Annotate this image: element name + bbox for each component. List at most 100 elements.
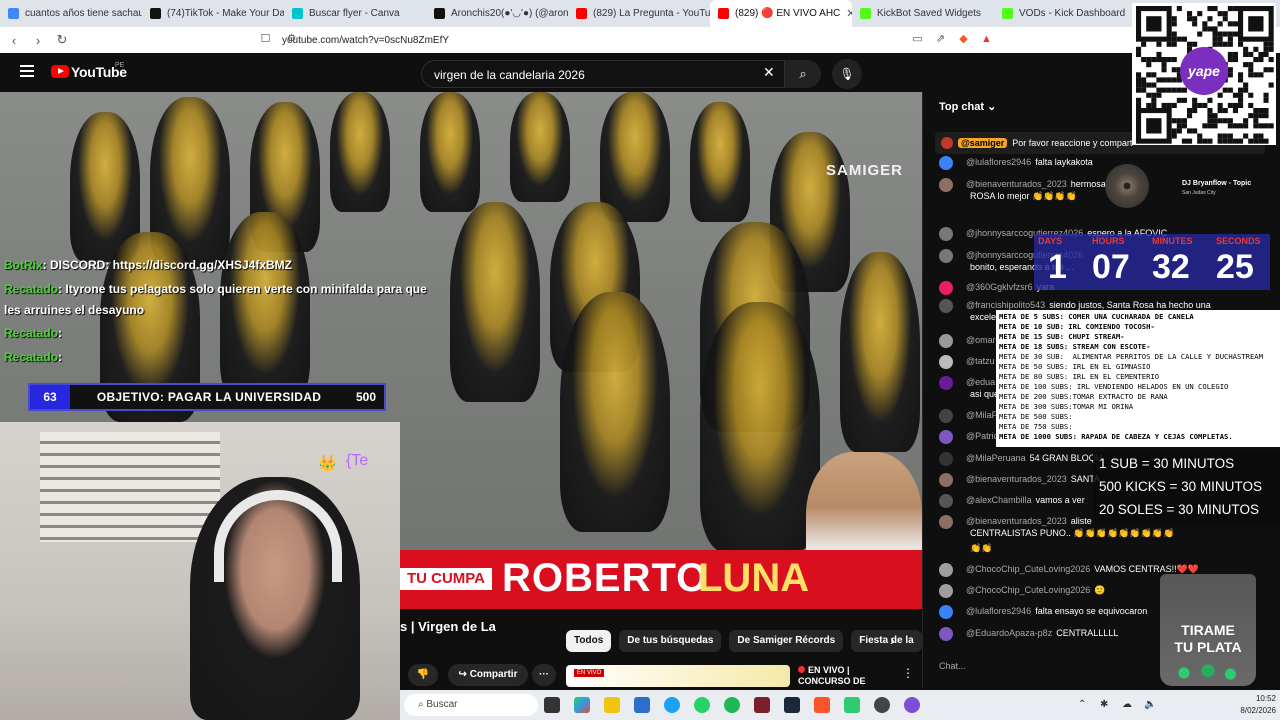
store-icon[interactable] [634, 697, 650, 713]
rate-soles: 20 SOLES = 30 MINUTOS [1099, 502, 1259, 517]
subathon-rates: 1 SUB = 30 MINUTOS 500 KICKS = 30 MINUTO… [1093, 452, 1280, 524]
notes-icon[interactable] [844, 697, 860, 713]
taskbar-search[interactable]: ⌕ Buscar [404, 694, 538, 716]
app-icon[interactable] [754, 697, 770, 713]
dislike-button[interactable]: 👎 [408, 664, 438, 686]
goal-max-value: 500 [355, 390, 377, 404]
recommended-title[interactable]: EN VIVO | CONCURSO DE [798, 665, 866, 687]
dancer [840, 252, 920, 452]
chat-input[interactable]: Chat... [939, 656, 1169, 676]
country-code: PE [115, 62, 125, 69]
recommended-thumbnail[interactable]: EN VIVO [566, 665, 790, 687]
chevron-down-icon: ⌄ [987, 101, 997, 113]
chat-mode-dropdown[interactable]: Top chat ⌄ [939, 100, 996, 113]
chat-author: @ChocoChip_CuteLoving2026 [966, 564, 1091, 574]
chat-message[interactable]: 👏👏 [939, 542, 1239, 554]
chat-author: @MilaPeruana [966, 453, 1026, 463]
tab-title: KickBot Saved Widgets [877, 8, 981, 19]
volume-icon[interactable]: 🔈 [1144, 699, 1156, 710]
browser-tab[interactable]: (829) La Pregunta - YouTube [568, 0, 710, 27]
rewards-icon[interactable]: ▲ [980, 33, 993, 46]
dancer [700, 302, 820, 552]
overlay-chat-text: : Ityrone tus pelagatos solo quieren ver… [58, 282, 427, 296]
more-options-icon[interactable]: ⋮ [902, 666, 914, 680]
brave-icon[interactable] [814, 697, 830, 713]
menu-icon[interactable] [20, 65, 34, 77]
share-page-icon[interactable]: ⇗ [934, 33, 947, 46]
goal-item: META DE 1000 SUBS: RAPADA DE CABEZA Y CE… [999, 432, 1233, 441]
browser-tab[interactable]: KickBot Saved Widgets [852, 0, 994, 27]
chat-author: @tatzu [966, 356, 995, 366]
goal-item: META DE 18 SUBS: STREAM CON ESCOTE- [999, 342, 1151, 351]
browser-tab[interactable]: VODs - Kick Dashboard [994, 0, 1136, 27]
spotify-icon[interactable] [724, 697, 740, 713]
share-button[interactable]: ↪ Compartir [448, 664, 528, 686]
live-badge: EN VIVO [574, 669, 605, 677]
pinned-author: @samiger [958, 138, 1008, 148]
chat-text: aliste [1070, 516, 1092, 526]
browser-tab[interactable]: Buscar flyer - Canva [284, 0, 426, 27]
whatsapp-icon[interactable] [694, 697, 710, 713]
chevron-up-icon[interactable]: ⌃ [1078, 699, 1086, 710]
bluetooth-icon[interactable]: ✱ [1100, 699, 1108, 710]
goal-item: META DE 5 SUBS: COMER UNA CUCHARADA DE C… [999, 312, 1194, 321]
chip-from-searches[interactable]: De tus búsquedas [619, 630, 722, 652]
more-actions-button[interactable]: ··· [532, 664, 556, 686]
browser-tab-bar: cuantos años tiene sachauzum (74)TikTok -… [0, 0, 1280, 27]
overlay-chat-line: les arruines el desayuno [4, 303, 144, 317]
file-explorer-icon[interactable] [604, 697, 620, 713]
browser-tab[interactable]: Aronchis20(●'◡'●) (@aronchi [426, 0, 568, 27]
chip-all[interactable]: Todos [566, 630, 612, 652]
share-label: Compartir [469, 669, 518, 680]
chat-text: 🙂 [1094, 585, 1106, 595]
search-button[interactable]: ⌕ [785, 60, 821, 88]
brave-shield-icon[interactable]: ◆ [957, 33, 970, 46]
vinyl-icon [1105, 164, 1149, 208]
goal-item: META DE 30 SUB: ALIMENTAR PERRITOS DE LA… [999, 352, 1263, 361]
chat-author: @Patric [966, 431, 999, 441]
discord-icon[interactable] [904, 697, 920, 713]
tab-favicon-icon [8, 8, 19, 19]
task-view-icon[interactable] [544, 697, 560, 713]
url-field[interactable]: youtube.com/watch?v=0scNu8ZmEfY [282, 35, 449, 46]
tab-title: VODs - Kick Dashboard [1019, 8, 1126, 19]
recommendation-chips: Todos De tus búsquedas De Samiger Récord… [566, 630, 922, 652]
cast-icon[interactable]: ▭ [911, 33, 924, 46]
window-blind [40, 432, 220, 542]
browser-tab[interactable]: (74)TikTok - Make Your Day [142, 0, 284, 27]
search-input[interactable]: virgen de la candelaria 2026 [421, 60, 785, 88]
back-icon[interactable]: ‹ [4, 33, 24, 48]
browser-tab[interactable]: cuantos años tiene sachauzum [0, 0, 142, 27]
voice-search-button[interactable]: 🎙 [832, 59, 862, 89]
rate-sub: 1 SUB = 30 MINUTOS [1099, 456, 1235, 471]
chat-author: @alexChambilla [966, 495, 1032, 505]
chat-author: @bienaventurados_2023 [966, 474, 1067, 484]
bookmark-icon[interactable]: ☐ [259, 33, 272, 46]
channel-watermark: SAMIGER [826, 162, 904, 179]
timer-days: 1 [1048, 248, 1067, 286]
overlay-chat-nick: Recatado [4, 326, 59, 340]
site-info-icon[interactable]: ⚙ [285, 33, 298, 46]
chat-text: ROSA lo mejor 👏👏👏👏 [970, 191, 1077, 201]
youtube-logo-icon[interactable] [51, 65, 69, 78]
network-icon[interactable]: ☁ [1122, 699, 1132, 710]
dancer [420, 92, 480, 212]
forward-icon[interactable]: › [28, 33, 48, 48]
chip-fiesta[interactable]: Fiesta de la [851, 630, 922, 652]
chip-channel[interactable]: De Samiger Récords [729, 630, 844, 652]
copilot-icon[interactable] [574, 697, 590, 713]
tab-favicon-icon [576, 8, 587, 19]
chat-text: VAMOS CENTRAS!!❤️❤️ [1094, 564, 1199, 574]
overlay-chat-nick: Recatado [4, 282, 59, 296]
chat-message[interactable]: CENTRALISTAS PUNO.. 👏👏👏👏👏👏👏👏👏 [939, 527, 1239, 539]
tab-favicon-icon [292, 8, 303, 19]
clock[interactable]: 10:52 8/02/2026 [1226, 693, 1276, 717]
chevron-right-icon[interactable]: › [890, 632, 895, 648]
reload-icon[interactable]: ↻ [52, 32, 72, 48]
browser-tab[interactable]: (829) 🔴 EN VIVO AHC ✕ [710, 0, 852, 27]
edge-icon[interactable] [664, 697, 680, 713]
steam-icon[interactable] [784, 697, 800, 713]
obs-icon[interactable] [874, 697, 890, 713]
avatar [939, 452, 953, 466]
clear-search-icon[interactable]: ✕ [763, 64, 775, 81]
